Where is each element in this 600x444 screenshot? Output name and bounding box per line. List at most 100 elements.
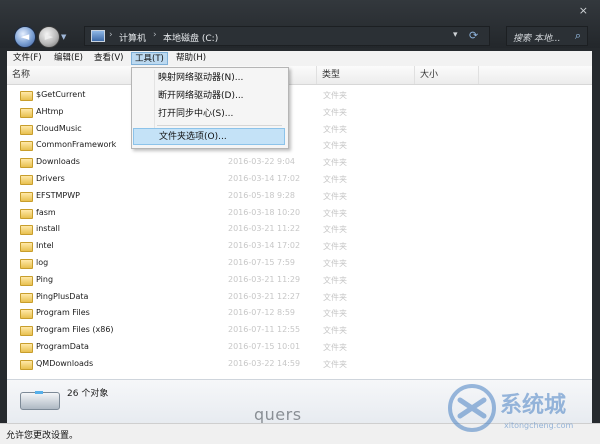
file-row[interactable]: QMDownloads 2016-03-22 14:59 文件夹: [7, 357, 592, 373]
file-list: 名称 类型 大小 $GetCurrent2016-...9文件夹AHtmp201…: [7, 66, 592, 379]
search-placeholder: 搜索 本地...: [513, 34, 561, 44]
folder-icon: [20, 107, 33, 118]
file-date: 2016-03-18 10:20: [228, 207, 301, 217]
computer-icon: [91, 30, 105, 42]
folder-icon: [20, 124, 33, 135]
file-row[interactable]: Ping 2016-03-21 11:29 文件夹: [7, 273, 592, 289]
menu-help[interactable]: 帮助(H): [173, 52, 209, 65]
file-row[interactable]: Drivers 2016-03-14 17:02 文件夹: [7, 172, 592, 188]
watermark-text: quers: [254, 405, 302, 424]
file-row[interactable]: Program Files 2016-07-12 8:59 文件夹: [7, 306, 592, 322]
disconnect-network-drive-item[interactable]: 断开网络驱动器(D)...: [133, 88, 285, 105]
file-row[interactable]: AHtmp2016-...9文件夹: [7, 105, 592, 121]
folder-icon: [20, 343, 33, 353]
forward-button[interactable]: ►: [38, 26, 60, 48]
recent-pages-dropdown[interactable]: ▼: [61, 33, 66, 41]
search-input[interactable]: 搜索 本地... ⌕: [506, 26, 588, 46]
file-name: QMDownloads: [36, 358, 94, 368]
file-name: AHtmp: [36, 106, 64, 116]
file-row[interactable]: log 2016-07-15 7:59 文件夹: [7, 256, 592, 272]
file-date: 2016-03-21 11:29: [228, 274, 301, 284]
breadcrumb-local-disk[interactable]: 本地磁盘 (C:): [163, 31, 218, 44]
column-type-header[interactable]: 类型: [317, 66, 415, 84]
folder-icon: [20, 242, 33, 253]
file-type: 文件夹: [323, 208, 347, 218]
file-name: fasm: [36, 207, 56, 217]
menu-edit[interactable]: 编辑(E): [51, 52, 86, 65]
file-type: 文件夹: [323, 292, 347, 302]
file-type: 文件夹: [323, 259, 347, 268]
address-bar[interactable]: › 计算机 › 本地磁盘 (C:) ▾ ⟳: [84, 26, 490, 46]
file-name: CloudMusic: [36, 123, 82, 133]
breadcrumb-separator[interactable]: ›: [153, 30, 157, 40]
file-row[interactable]: $GetCurrent2016-...9文件夹: [7, 88, 592, 104]
folder-icon: [20, 208, 33, 219]
folder-icon: [20, 225, 33, 236]
file-type: 文件夹: [323, 91, 347, 100]
file-date: 2016-05-18 9:28: [228, 190, 295, 200]
file-date: 2016-07-15 10:01: [228, 342, 301, 351]
file-date: 2016-07-15 7:59: [228, 258, 295, 267]
status-text: 允许您更改设置。: [6, 431, 79, 441]
folder-icon: [20, 275, 33, 286]
file-name: Ping: [36, 274, 54, 284]
file-name: install: [36, 224, 60, 234]
file-name: $GetCurrent: [36, 90, 86, 99]
file-type: 文件夹: [323, 343, 347, 352]
back-button[interactable]: ◄: [14, 26, 36, 48]
file-row[interactable]: PingPlusData 2016-03-21 12:27 文件夹: [7, 290, 592, 306]
file-type: 文件夹: [323, 107, 347, 117]
file-date: 2016-03-14 17:02: [228, 174, 301, 183]
column-headers: 名称 类型 大小: [7, 66, 592, 85]
file-name: PingPlusData: [36, 291, 89, 301]
folder-icon: [20, 326, 33, 337]
drive-icon: [20, 392, 60, 410]
arrow-right-icon: ►: [44, 30, 54, 43]
file-type: 文件夹: [323, 158, 347, 168]
status-bar: 允许您更改设置。: [0, 423, 600, 444]
folder-options-item[interactable]: 文件夹选项(O)...: [133, 128, 285, 145]
open-sync-center-item[interactable]: 打开同步中心(S)...: [133, 106, 285, 123]
file-row[interactable]: Downloads 2016-03-22 9:04 文件夹: [7, 155, 592, 171]
file-row[interactable]: ProgramData 2016-07-15 10:01 文件夹: [7, 340, 592, 356]
folder-icon: [20, 292, 33, 303]
menu-view[interactable]: 查看(V): [91, 52, 126, 65]
file-row[interactable]: EFSTMPWP 2016-05-18 9:28 文件夹: [7, 189, 592, 205]
file-type: 文件夹: [323, 275, 347, 285]
arrow-left-icon: ◄: [20, 30, 30, 43]
column-size-header[interactable]: 大小: [415, 66, 479, 84]
file-row[interactable]: fasm 2016-03-18 10:20 文件夹: [7, 206, 592, 222]
refresh-icon[interactable]: ⟳: [469, 29, 478, 42]
details-pane: 26 个对象 quers: [7, 379, 592, 424]
file-row[interactable]: install 2016-03-21 11:22 文件夹: [7, 222, 592, 238]
folder-icon: [20, 91, 33, 101]
file-type: 文件夹: [323, 309, 347, 319]
folder-icon: [20, 141, 33, 152]
file-name: Drivers: [36, 174, 65, 183]
folder-icon: [20, 359, 33, 370]
close-button[interactable]: ×: [579, 4, 588, 17]
map-network-drive-item[interactable]: 映射网络驱动器(N)...: [133, 70, 285, 87]
breadcrumb-computer[interactable]: 计算机: [119, 31, 146, 44]
file-type: 文件夹: [323, 141, 347, 151]
menu-tools[interactable]: 工具(T): [131, 52, 168, 65]
menu-bar: 文件(F) 编辑(E) 查看(V) 工具(T) 帮助(H): [7, 51, 592, 67]
file-type: 文件夹: [323, 191, 347, 201]
file-row[interactable]: CommonFramework 文件夹: [7, 138, 592, 154]
file-date: 2016-07-11 12:55: [228, 325, 301, 335]
menu-file[interactable]: 文件(F): [10, 52, 45, 65]
file-row[interactable]: CloudMusic 文件夹: [7, 122, 592, 138]
tools-menu-dropdown: 映射网络驱动器(N)... 断开网络驱动器(D)... 打开同步中心(S)...…: [131, 67, 289, 149]
file-row[interactable]: Intel 2016-03-14 17:02 文件夹: [7, 239, 592, 255]
file-type: 文件夹: [323, 225, 347, 235]
folder-icon: [20, 175, 33, 185]
file-row[interactable]: Program Files (x86) 2016-07-11 12:55 文件夹: [7, 323, 592, 339]
folder-icon: [20, 309, 33, 320]
file-name: EFSTMPWP: [36, 190, 80, 200]
search-icon[interactable]: ⌕: [575, 29, 581, 43]
file-name: log: [36, 258, 49, 267]
chevron-down-icon[interactable]: ▾: [453, 30, 458, 40]
object-count: 26 个对象: [67, 389, 109, 399]
breadcrumb-separator[interactable]: ›: [109, 30, 113, 40]
menu-divider: [157, 125, 282, 126]
